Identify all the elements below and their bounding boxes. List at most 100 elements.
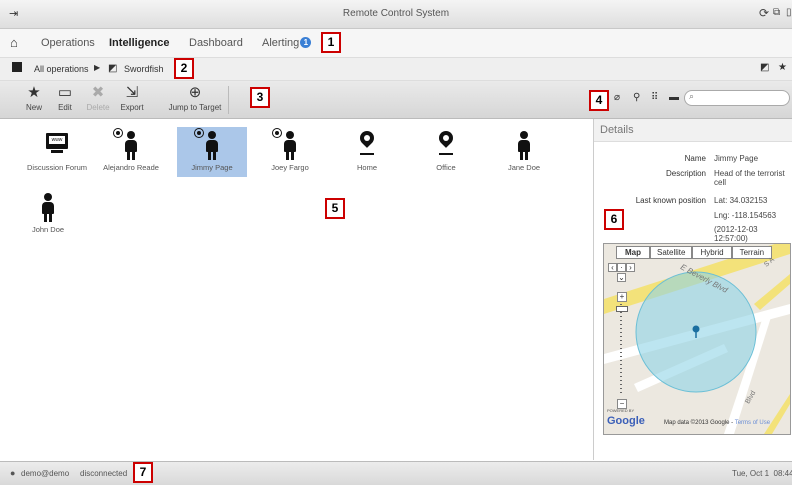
home-icon[interactable]: ⌂ [10,35,18,50]
delete-button[interactable]: ✖ Delete [80,83,116,112]
list-view-icon[interactable]: ▬ [669,92,679,103]
position-label: Last known position [635,196,706,205]
person-icon [489,127,559,163]
entity-label: Alejandro Reade [103,163,159,172]
export-button[interactable]: ⇲ Export [114,83,150,112]
location-map[interactable]: Map Satellite Hybrid Terrain ‹ · › ⌄ + −… [603,243,791,435]
breadcrumb: All operations ▶ ◩ Swordfish 2 ◩ ★ [0,58,792,81]
entity-label: Office [436,163,456,172]
pan-down-icon[interactable]: ⌄ [617,273,626,282]
callout-3: 3 [250,87,270,108]
timestamp-value: (2012-12-03 12:57:00) [714,225,758,243]
entity-alejandro-reade[interactable]: Alejandro Reade [96,127,166,177]
entity-label: Joey Fargo [271,163,309,172]
google-logo: Google [607,415,645,427]
edit-button[interactable]: ▭ Edit [47,83,83,112]
map-tab-hybrid[interactable]: Hybrid [692,246,732,259]
alert-count-badge: 1 [300,37,312,48]
details-header: Details [594,119,792,142]
star-icon[interactable]: ★ [778,62,787,73]
breadcrumb-root[interactable]: All operations [34,64,89,74]
latitude-value: Lat: 34.032153 [714,196,768,205]
pan-left-icon[interactable]: ‹ [608,263,617,272]
description-value: Head of the terrorist cell [714,169,785,187]
entity-joey-fargo[interactable]: Joey Fargo [255,127,325,177]
entity-label: Home [356,163,377,172]
monitor-icon: www [22,127,92,163]
map-tab-satellite[interactable]: Satellite [650,246,693,259]
terms-link[interactable]: Terms of Use [735,420,770,426]
details-panel: Details Name Jimmy Page Description Head… [593,119,792,460]
main-menu: ⌂ Operations Intelligence Dashboard Aler… [0,29,792,58]
breadcrumb-current[interactable]: Swordfish [124,64,164,74]
alerting-label: Alerting [262,37,300,49]
entity-label: Jane Doe [507,163,541,172]
status-connection: disconnected [80,469,128,478]
map-data-text: Map data ©2013 [664,420,709,426]
operation-icon [12,62,22,72]
entity-home[interactable]: Home [332,127,402,177]
callout-4: 4 [589,90,609,111]
menu-item-operations[interactable]: Operations [41,37,95,49]
delete-label: Delete [86,103,110,112]
pan-center-icon[interactable]: · [617,263,626,272]
status-clock: Tue, Oct 1 08:44 [732,469,792,478]
map-pin-icon [332,127,402,163]
folder-icon[interactable]: ◩ [760,62,769,73]
callout-2: 2 [174,58,194,79]
name-label: Name [684,154,706,163]
entity-discussion-forum[interactable]: www Discussion Forum [22,127,92,177]
name-value: Jimmy Page [714,154,759,163]
entity-jane-doe[interactable]: Jane Doe [489,127,559,177]
callout-7: 7 [133,462,153,483]
map-attribution: Map data ©2013 Google - Terms of Use [664,420,770,426]
map-tab-map[interactable]: Map [616,246,650,259]
jump-label: Jump to Target [168,103,222,112]
map-type-tabs: Map Satellite Hybrid Terrain [616,246,773,259]
entity-jimmy-page[interactable]: Jimmy Page [177,127,247,177]
longitude-value: Lng: -118.154563 [714,211,777,220]
link-icon[interactable]: ⌀ [614,92,620,103]
breadcrumb-arrow-icon: ▶ [94,63,101,72]
menu-item-intelligence[interactable]: Intelligence [109,37,170,49]
entity-grid: www Discussion Forum Alejandro Reade Jim… [0,119,592,460]
entity-office[interactable]: Office [411,127,481,177]
jump-to-target-button[interactable]: ⊕ Jump to Target [165,83,225,112]
pin-filter-icon[interactable]: ⚲ [633,92,640,103]
map-tab-terrain[interactable]: Terrain [731,246,773,259]
zoom-handle[interactable] [616,306,628,312]
grid-view-icon[interactable]: ⠿ [651,92,658,103]
zoom-in-icon[interactable]: + [617,292,627,302]
status-user: demo@demo [21,469,70,478]
pan-right-icon[interactable]: › [626,263,635,272]
new-label: New [25,103,42,112]
target-person-icon [177,127,247,163]
target-folder-icon: ◩ [108,63,118,74]
close-icon[interactable]: ▯ [786,7,792,18]
maximize-icon[interactable]: ⧉ [773,7,780,18]
target-person-icon [96,127,166,163]
toolbar-divider [228,86,229,114]
google-terms-prefix: Google - [710,420,735,426]
toolbar: ★ New ▭ Edit ✖ Delete ⇲ Export ⊕ Jump to… [0,81,792,119]
entity-label: John Doe [31,225,65,234]
map-pin-icon [411,127,481,163]
status-bar: ● demo@demo disconnected 7 Tue, Oct 1 08… [0,461,792,485]
search-input[interactable]: ⌕ [684,90,790,106]
callout-5: 5 [325,198,345,219]
search-icon: ⌕ [689,91,695,101]
user-icon: ● [10,468,16,478]
window-title: Remote Control System [342,8,450,19]
callout-1: 1 [321,32,341,53]
menu-item-alerting[interactable]: Alerting 1 [262,37,312,49]
description-label: Description [665,169,706,178]
zoom-slider[interactable]: + − [616,292,628,409]
pan-control[interactable]: ‹ · › ⌄ [608,262,635,282]
refresh-icon[interactable]: ⟳ [759,6,769,20]
entity-john-doe[interactable]: John Doe [13,189,83,239]
edit-icon: ▭ [57,84,73,101]
crosshair-icon: ⊕ [188,84,202,101]
menu-item-dashboard[interactable]: Dashboard [189,37,243,49]
edit-label: Edit [58,103,72,112]
callout-6: 6 [604,209,624,230]
